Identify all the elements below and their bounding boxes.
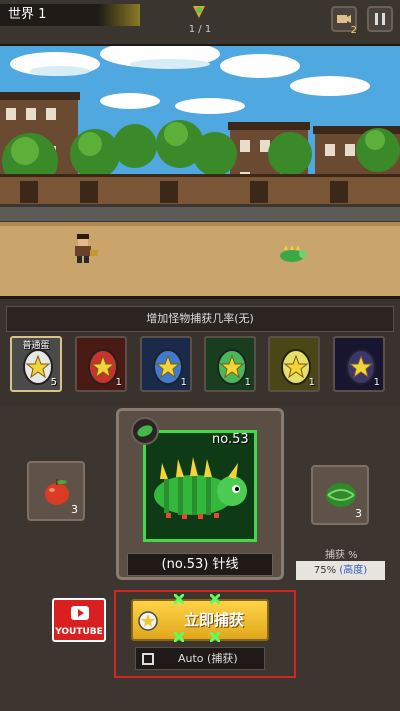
capture-rate-percent: 75% <box>313 565 337 576</box>
fruit-count: 3 <box>71 503 78 516</box>
capture-rate-label: 捕获 % <box>325 550 358 561</box>
egg-slot[interactable]: 1 <box>333 336 385 392</box>
camera-badge: 2 <box>350 25 357 36</box>
monster-number: no.53 <box>212 432 249 447</box>
monster-type-icon <box>131 417 159 445</box>
egg-count: 1 <box>308 377 315 388</box>
egg-label: 普通蛋 <box>22 341 50 351</box>
egg-slot[interactable]: 普通蛋 5 <box>10 336 62 392</box>
egg-slot[interactable]: 1 <box>140 336 192 392</box>
sparkle-icon <box>174 594 184 604</box>
melon-count: 3 <box>355 507 362 520</box>
monster-name: (no.53) 针线 <box>127 553 273 576</box>
road-edge <box>0 222 400 226</box>
egg-count: 5 <box>50 377 57 388</box>
apple-icon <box>45 479 69 505</box>
capture-rate-value: 75% (高度) <box>296 561 385 580</box>
egg-slot[interactable]: 1 <box>204 336 256 392</box>
road <box>0 224 400 296</box>
melon-icon <box>326 483 356 507</box>
play-triangle-icon <box>78 609 84 617</box>
stage-counter: 1 / 1 <box>188 24 212 35</box>
rail-track <box>0 204 400 224</box>
sparkle-icon <box>210 632 220 642</box>
leaf-icon <box>137 425 153 437</box>
egg-slot[interactable]: 1 <box>268 336 320 392</box>
egg-capture-icon <box>138 611 158 631</box>
youtube-button[interactable]: YOUTUBE <box>52 598 106 642</box>
top-bar: 世界 1 1 / 1 2 <box>0 0 400 46</box>
capture-bonus-hint: 增加怪物捕获几率(无) <box>6 306 394 332</box>
egg-slot[interactable]: 1 <box>75 336 127 392</box>
auto-capture-toggle[interactable]: Auto (捕获) <box>135 647 265 670</box>
egg-count: 1 <box>244 377 251 388</box>
sparkle-icon <box>174 632 184 642</box>
world-label: 世界 1 <box>0 4 140 26</box>
sparkle-icon <box>210 594 220 604</box>
auto-capture-checkbox[interactable] <box>142 653 154 665</box>
wild-monster <box>280 245 307 262</box>
melon-item-button[interactable]: 3 <box>311 465 369 525</box>
video-reward-button[interactable]: 2 <box>331 6 357 36</box>
fruit-item-button[interactable]: 3 <box>27 461 85 521</box>
youtube-label: YOUTUBE <box>55 627 103 637</box>
capture-rate-level: (高度) <box>339 565 368 576</box>
egg-count: 1 <box>115 377 122 388</box>
stage-marker-icon <box>193 6 205 18</box>
pause-button[interactable] <box>367 6 393 32</box>
game-scene <box>0 46 400 296</box>
caterpillar-monster-icon <box>154 457 247 519</box>
hunter-character <box>75 234 98 263</box>
pause-icon <box>375 13 385 25</box>
egg-count: 1 <box>373 377 380 388</box>
egg-count: 1 <box>180 377 187 388</box>
